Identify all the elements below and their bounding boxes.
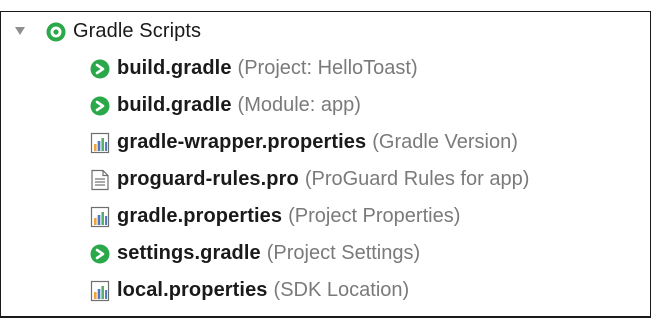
panel-left-border <box>0 11 1 318</box>
file-name: settings.gradle <box>117 242 261 264</box>
file-description: (ProGuard Rules for app) <box>304 168 530 190</box>
file-description: (Gradle Version) <box>372 131 518 153</box>
file-name: local.properties <box>117 279 268 301</box>
panel-top-border <box>0 0 651 12</box>
properties-file-icon <box>89 131 111 154</box>
file-description: (Project Settings) <box>266 242 421 264</box>
file-description: (Project: HelloToast) <box>237 57 418 79</box>
properties-file-icon <box>89 205 111 228</box>
tree-item-gradle-wrapper-properties[interactable]: gradle-wrapper.properties (Gradle Versio… <box>89 125 518 159</box>
tree-item-build-gradle-project[interactable]: build.gradle (Project: HelloToast) <box>89 51 418 85</box>
file-name: gradle-wrapper.properties <box>117 131 367 153</box>
tree-node-gradle-scripts[interactable]: Gradle Scripts <box>13 14 201 48</box>
tree-item-gradle-properties[interactable]: gradle.properties (Project Properties) <box>89 199 460 233</box>
gradle-scripts-icon <box>45 20 67 42</box>
file-name: proguard-rules.pro <box>117 168 299 190</box>
expand-arrow-icon[interactable] <box>13 24 27 38</box>
file-description: (Project Properties) <box>288 205 461 227</box>
file-name: build.gradle <box>117 57 232 79</box>
file-name: build.gradle <box>117 94 232 116</box>
tree-item-local-properties[interactable]: local.properties (SDK Location) <box>89 273 409 307</box>
gradle-icon <box>89 57 111 79</box>
tree-item-build-gradle-module[interactable]: build.gradle (Module: app) <box>89 88 361 122</box>
gradle-icon <box>89 242 111 264</box>
text-file-icon <box>89 168 111 191</box>
properties-file-icon <box>89 279 111 302</box>
tree-item-proguard-rules[interactable]: proguard-rules.pro (ProGuard Rules for a… <box>89 162 529 196</box>
file-description: (SDK Location) <box>273 279 410 301</box>
tree-item-settings-gradle[interactable]: settings.gradle (Project Settings) <box>89 236 420 270</box>
tree-node-label: Gradle Scripts <box>73 20 202 42</box>
project-tree-panel: Gradle Scripts build.gradle (Project: He… <box>0 0 651 318</box>
file-description: (Module: app) <box>237 94 361 116</box>
file-name: gradle.properties <box>117 205 283 227</box>
gradle-icon <box>89 94 111 116</box>
